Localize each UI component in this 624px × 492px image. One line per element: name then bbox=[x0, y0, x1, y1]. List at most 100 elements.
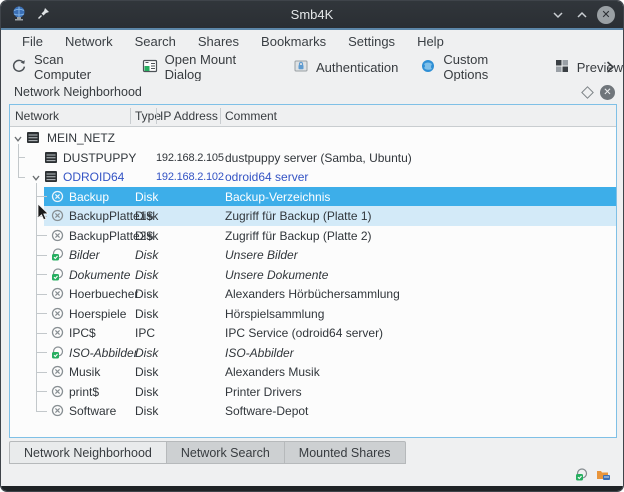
menu-file[interactable]: File bbox=[13, 32, 52, 51]
tree-branch-line bbox=[36, 255, 47, 256]
menubar: FileNetworkSearchSharesBookmarksSettings… bbox=[1, 30, 623, 53]
tree-row-hoerbuecher[interactable]: HoerbuecherDiskAlexanders Hörbüchersamml… bbox=[10, 284, 616, 304]
cell-network: ISO-Abbilder bbox=[69, 343, 138, 363]
cell-ip: 192.168.2.105 bbox=[156, 148, 224, 168]
mounted-share-icon bbox=[575, 468, 588, 486]
tree-row-musik[interactable]: MusikDiskAlexanders Musik bbox=[10, 362, 616, 382]
minimize-button[interactable] bbox=[549, 6, 567, 24]
cell-type: Disk bbox=[135, 343, 158, 363]
panel-close-icon[interactable]: ✕ bbox=[600, 85, 615, 100]
tree-row-backup[interactable]: BackupDiskBackup-Verzeichnis bbox=[10, 187, 616, 207]
close-button[interactable]: ✕ bbox=[597, 6, 615, 24]
window-title: Smb4K bbox=[1, 7, 623, 22]
toolbar-button-custom-options[interactable]: Custom Options bbox=[420, 52, 531, 82]
cell-comment: ISO-Abbilder bbox=[225, 343, 294, 363]
toolbar-button-label: Custom Options bbox=[443, 52, 531, 82]
tree-branch-line bbox=[36, 235, 47, 236]
column-separator[interactable] bbox=[156, 108, 157, 124]
cell-network: print$ bbox=[69, 382, 99, 402]
cell-comment: Zugriff für Backup (Platte 1) bbox=[225, 206, 372, 226]
menu-shares[interactable]: Shares bbox=[189, 32, 248, 51]
toolbar-button-open-mount-dialog[interactable]: Open Mount Dialog bbox=[142, 52, 271, 82]
tree-row-dustpuppy[interactable]: DUSTPUPPY192.168.2.105dustpuppy server (… bbox=[10, 148, 616, 168]
tree-branch-line bbox=[36, 391, 47, 392]
column-separator[interactable] bbox=[130, 108, 131, 124]
tree-row-mein-netz[interactable]: MEIN_NETZ bbox=[10, 128, 616, 148]
share-icon bbox=[51, 229, 64, 245]
tab-network-search[interactable]: Network Search bbox=[167, 441, 285, 464]
maximize-button[interactable] bbox=[573, 6, 591, 24]
network-tree: Network Type IP Address Comment MEIN_NET… bbox=[9, 104, 617, 438]
menu-help[interactable]: Help bbox=[408, 32, 453, 51]
tree-branch-line bbox=[18, 177, 25, 178]
column-header-comment[interactable]: Comment bbox=[225, 105, 277, 127]
toolbar-overflow-button[interactable] bbox=[605, 53, 615, 81]
tree-row-backupplatte2-[interactable]: BackupPlatte2$DiskZugriff für Backup (Pl… bbox=[10, 226, 616, 246]
toolbar-button-label: Open Mount Dialog bbox=[165, 52, 271, 82]
menu-network[interactable]: Network bbox=[56, 32, 122, 51]
cell-type: IPC bbox=[135, 323, 155, 343]
toolbar-button-label: Authentication bbox=[316, 60, 398, 75]
tree-row-ipc-[interactable]: IPC$IPCIPC Service (odroid64 server) bbox=[10, 323, 616, 343]
mount-dialog-icon bbox=[142, 58, 158, 77]
float-panel-icon[interactable] bbox=[581, 86, 594, 99]
cell-comment: IPC Service (odroid64 server) bbox=[225, 323, 383, 343]
menu-search[interactable]: Search bbox=[126, 32, 185, 51]
cell-network: DUSTPUPPY bbox=[63, 148, 136, 168]
toolbar-button-label: Preview bbox=[577, 60, 623, 75]
server-icon bbox=[44, 151, 58, 167]
titlebar[interactable]: Smb4K ✕ bbox=[1, 1, 623, 28]
tree-rows: MEIN_NETZDUSTPUPPY192.168.2.105dustpuppy… bbox=[10, 127, 616, 437]
tree-branch-line bbox=[36, 294, 47, 295]
tab-mounted-shares[interactable]: Mounted Shares bbox=[285, 441, 406, 464]
tree-row-print-[interactable]: print$DiskPrinter Drivers bbox=[10, 382, 616, 402]
cell-network: Backup bbox=[69, 187, 109, 207]
cell-network: Hoerspiele bbox=[69, 304, 126, 324]
share-icon bbox=[51, 307, 64, 323]
share-icon bbox=[51, 385, 64, 401]
tree-row-backupplatte1-[interactable]: BackupPlatte1$DiskZugriff für Backup (Pl… bbox=[10, 206, 616, 226]
tree-branch-line bbox=[18, 144, 19, 178]
tree-branch-line bbox=[36, 372, 47, 373]
dock-panel-header[interactable]: Network Neighborhood ✕ bbox=[1, 81, 623, 103]
share-icon bbox=[51, 190, 64, 206]
tree-row-bilder[interactable]: BilderDiskUnsere Bilder bbox=[10, 245, 616, 265]
cell-comment: Hörspielsammlung bbox=[225, 304, 324, 324]
table-header[interactable]: Network Type IP Address Comment bbox=[10, 105, 616, 127]
cell-network: Dokumente bbox=[69, 265, 130, 285]
toolbar-button-label: Scan Computer bbox=[34, 52, 120, 82]
mouse-cursor bbox=[37, 203, 50, 227]
tree-branch-line bbox=[36, 411, 47, 412]
cell-type: Disk bbox=[135, 265, 158, 285]
cell-type: Disk bbox=[135, 401, 158, 421]
toolbar-button-authentication[interactable]: Authentication bbox=[293, 58, 398, 77]
column-separator[interactable] bbox=[220, 108, 221, 124]
column-header-network[interactable]: Network bbox=[15, 105, 59, 127]
toolbar: Scan Computer Open Mount Dialog Authentica… bbox=[1, 53, 623, 81]
cell-network: Musik bbox=[69, 362, 100, 382]
tree-row-dokumente[interactable]: DokumenteDisk Unsere Dokumente bbox=[10, 265, 616, 285]
network-folder-icon bbox=[596, 468, 611, 486]
tree-row-odroid64[interactable]: ODROID64192.168.2.102odroid64 server bbox=[10, 167, 616, 187]
share-icon bbox=[51, 287, 64, 303]
refresh-icon bbox=[11, 58, 27, 77]
cell-type: Disk bbox=[135, 226, 158, 246]
column-header-ip[interactable]: IP Address bbox=[160, 105, 218, 127]
tab-network-neighborhood[interactable]: Network Neighborhood bbox=[9, 441, 167, 464]
tree-branch-line bbox=[36, 352, 47, 353]
tree-branch-line bbox=[36, 274, 47, 275]
tree-row-iso-abbilder[interactable]: ISO-AbbilderDiskISO-Abbilder bbox=[10, 343, 616, 363]
toolbar-button-scan-computer[interactable]: Scan Computer bbox=[11, 52, 120, 82]
menu-bookmarks[interactable]: Bookmarks bbox=[252, 32, 335, 51]
tree-row-software[interactable]: SoftwareDiskSoftware-Depot bbox=[10, 401, 616, 421]
menu-settings[interactable]: Settings bbox=[339, 32, 404, 51]
cell-comment: Zugriff für Backup (Platte 2) bbox=[225, 226, 372, 246]
cell-network: MEIN_NETZ bbox=[47, 128, 115, 148]
cell-comment: Unsere Dokumente bbox=[225, 265, 328, 285]
cell-comment: Backup-Verzeichnis bbox=[225, 187, 330, 207]
tree-row-hoerspiele[interactable]: HoerspieleDiskHörspielsammlung bbox=[10, 304, 616, 324]
lock-icon bbox=[293, 58, 309, 77]
cell-comment: odroid64 server bbox=[225, 167, 308, 187]
share-mounted-icon bbox=[51, 346, 64, 362]
column-header-type[interactable]: Type bbox=[135, 105, 161, 127]
